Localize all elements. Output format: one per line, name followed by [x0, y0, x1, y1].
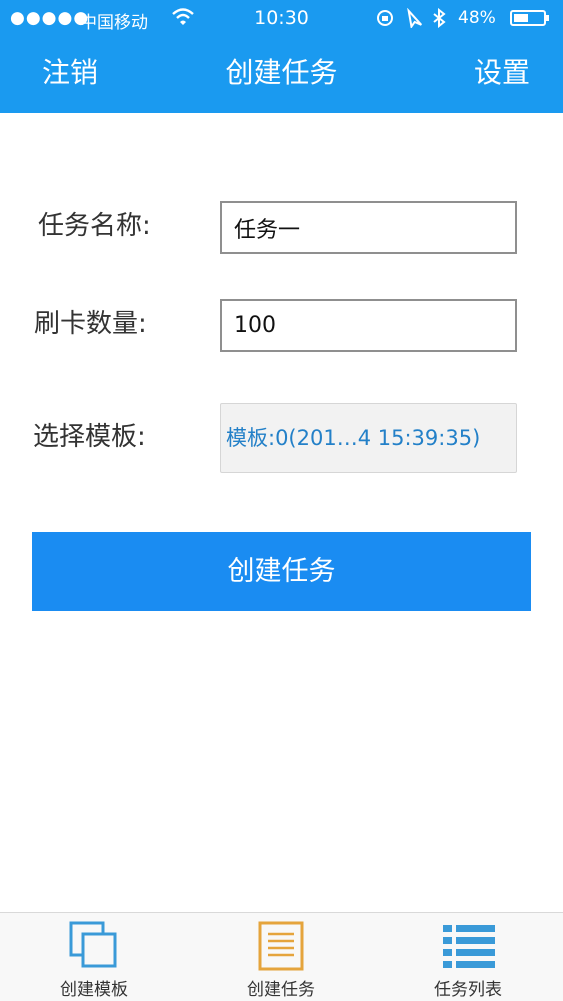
tab-create-template[interactable]: 创建模板: [24, 913, 164, 1001]
card-count-label: 刷卡数量:: [34, 309, 147, 339]
bluetooth-icon: [433, 7, 446, 29]
tab-create-task[interactable]: 创建任务: [211, 913, 351, 1001]
tab-bar: 创建模板 创建任务 任务列表: [0, 912, 563, 1001]
task-name-input[interactable]: [220, 201, 517, 254]
tab-label: 创建模板: [60, 980, 128, 1000]
tab-task-list[interactable]: 任务列表: [398, 913, 538, 1001]
settings-button[interactable]: 设置: [474, 56, 530, 90]
card-count-input[interactable]: [220, 299, 517, 352]
battery-percent: 48%: [458, 8, 496, 28]
task-name-label: 任务名称:: [38, 211, 151, 241]
status-icons: [376, 7, 454, 33]
tab-label: 任务列表: [434, 980, 502, 1000]
status-bar: ●●●●● 中国移动 10:30 48%: [0, 0, 563, 38]
template-select[interactable]: 模板:0(201…4 15:39:35): [220, 403, 517, 473]
app-header: ●●●●● 中国移动 10:30 48% 注销 创建任务 设置: [0, 0, 563, 113]
battery-icon: [510, 10, 549, 26]
tab-label: 创建任务: [247, 980, 315, 1000]
document-icon: [258, 921, 304, 975]
lock-rotation-icon: [377, 10, 393, 26]
location-icon: [407, 7, 423, 30]
copy-icon: [69, 921, 119, 973]
list-icon: [441, 921, 497, 973]
template-label: 选择模板:: [33, 422, 146, 452]
create-task-button[interactable]: 创建任务: [32, 532, 531, 611]
